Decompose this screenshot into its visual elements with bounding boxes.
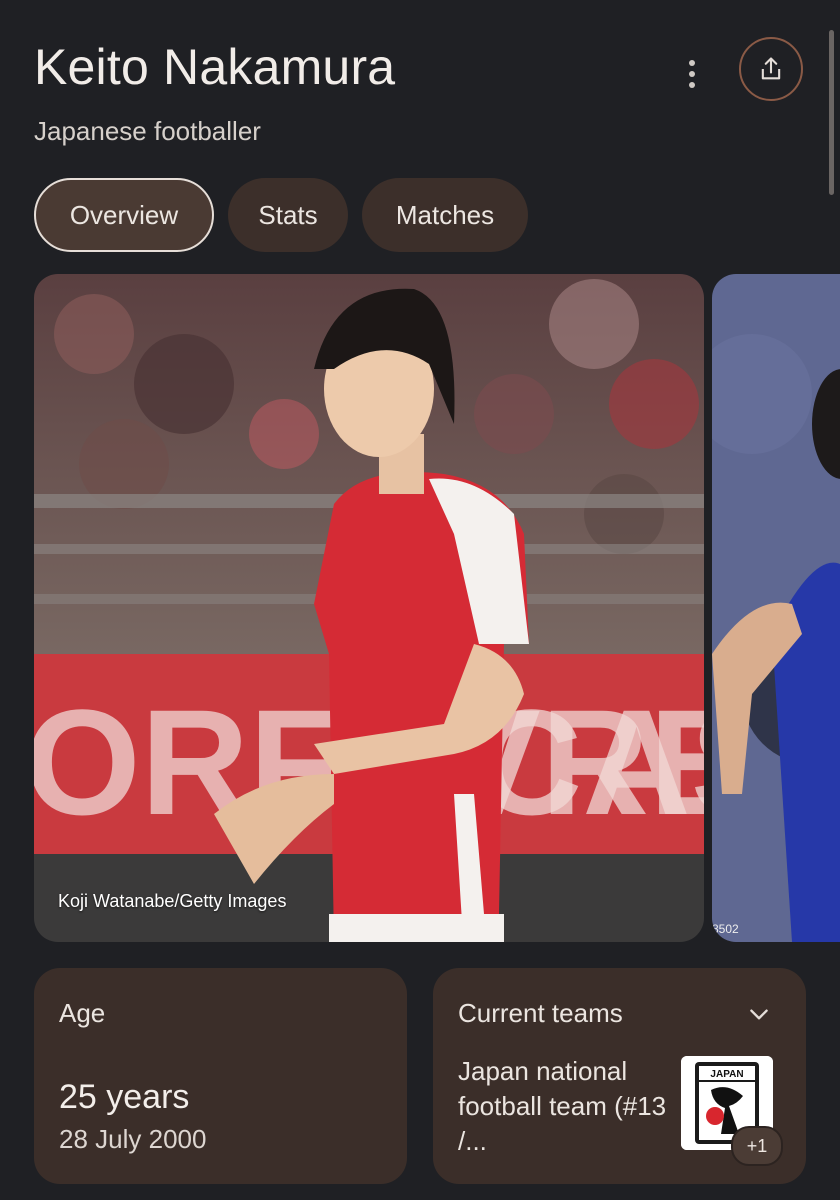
player-photo[interactable]: ORFEVRE CAST Koji Watanabe/Getty Images [34,274,704,942]
age-card: Age 25 years 28 July 2000 [34,968,407,1184]
scrollbar[interactable] [829,30,834,195]
current-teams-label: Current teams [458,998,623,1028]
share-icon [761,57,781,80]
svg-text:JAPAN: JAPAN [710,1069,743,1080]
current-teams-card[interactable]: Current teams Japan national football te… [433,968,806,1184]
tab-overview[interactable]: Overview [34,178,214,252]
age-value: 25 years [59,1078,190,1116]
player-photo-secondary-image [712,274,840,942]
player-photo-image: ORFEVRE CAST [34,274,704,942]
tab-matches[interactable]: Matches [362,178,528,252]
knowledge-panel: Keito Nakamura Japanese footballer Overv… [0,0,840,1200]
player-photo-secondary[interactable]: 8502 [712,274,840,942]
more-options-button[interactable] [672,52,712,96]
page-title: Keito Nakamura [34,39,396,95]
team-name[interactable]: Japan national football team (#13 /... [458,1054,668,1159]
more-options-dot [689,82,695,88]
tab-stats[interactable]: Stats [228,178,348,252]
age-label: Age [59,998,106,1028]
more-teams-badge[interactable]: +1 [731,1126,783,1166]
birth-date: 28 July 2000 [59,1124,207,1154]
chevron-down-icon[interactable] [746,1002,772,1028]
more-options-icon [689,60,695,66]
share-button[interactable] [739,37,803,101]
photo-credit-secondary: 8502 [712,922,739,936]
more-options-dot [689,71,695,77]
photo-credit: Koji Watanabe/Getty Images [58,891,287,911]
page-subtitle: Japanese footballer [34,116,261,146]
tab-bar: Overview Stats Matches [34,178,528,252]
